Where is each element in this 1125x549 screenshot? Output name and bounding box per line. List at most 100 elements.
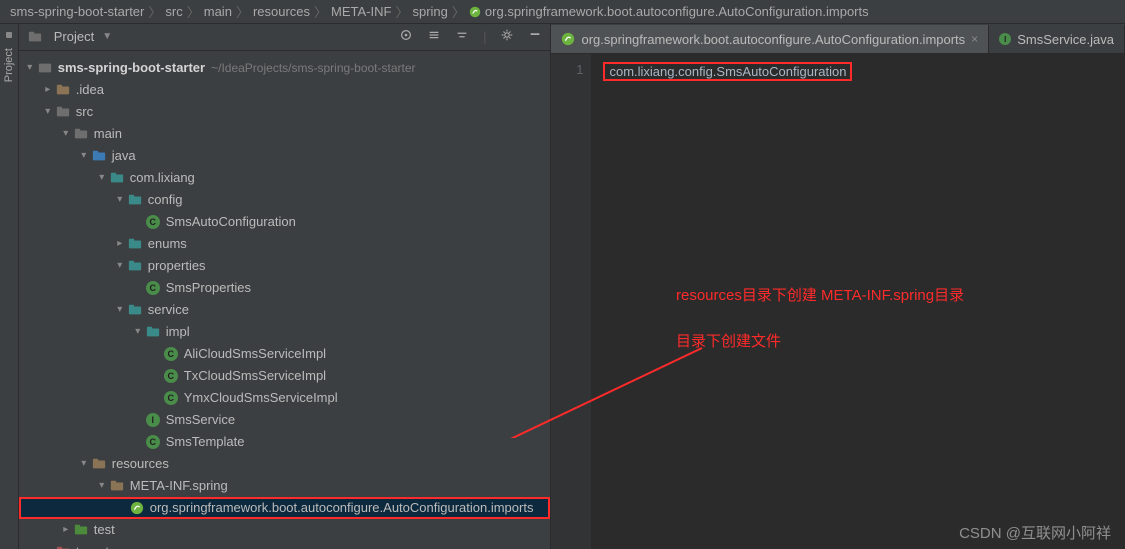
tree-item-interface[interactable]: I SmsService (19, 409, 551, 431)
chevron-down-icon[interactable] (95, 480, 109, 491)
tree-label: test (94, 522, 115, 537)
tree-label: properties (148, 258, 206, 273)
package-icon (127, 258, 143, 274)
code-content[interactable]: com.lixiang.config.SmsAutoConfiguration (591, 54, 1125, 549)
crumb[interactable]: spring (412, 4, 447, 19)
tree-label: resources (112, 456, 169, 471)
tree-label: SmsTemplate (166, 434, 245, 449)
dropdown-icon[interactable]: ▼ (102, 31, 112, 42)
project-tree[interactable]: sms-spring-boot-starter ~/IdeaProjects/s… (19, 51, 551, 549)
select-opened-file-icon[interactable] (399, 28, 413, 45)
package-icon (109, 170, 125, 186)
tree-label: SmsProperties (166, 280, 251, 295)
tree-root[interactable]: sms-spring-boot-starter ~/IdeaProjects/s… (19, 57, 551, 79)
chevron-right-icon: 〉 (314, 2, 327, 21)
tree-item-package[interactable]: com.lixiang (19, 167, 551, 189)
tree-item-resources[interactable]: resources (19, 453, 551, 475)
tree-label: org.springframework.boot.autoconfigure.A… (150, 500, 534, 515)
collapse-all-icon[interactable] (455, 28, 469, 45)
chevron-down-icon[interactable] (113, 304, 127, 315)
tree-item-test[interactable]: test (19, 519, 551, 541)
chevron-down-icon[interactable] (77, 458, 91, 469)
package-icon (145, 324, 161, 340)
folder-icon (109, 478, 125, 494)
chevron-right-icon: 〉 (452, 2, 465, 21)
tree-label: AliCloudSmsServiceImpl (184, 346, 326, 361)
tree-label: target (76, 544, 109, 549)
class-icon: C (163, 346, 179, 362)
crumb[interactable]: main (204, 4, 232, 19)
tree-item-enums[interactable]: enums (19, 233, 551, 255)
code-line: com.lixiang.config.SmsAutoConfiguration (603, 62, 852, 81)
interface-icon: I (999, 33, 1011, 45)
chevron-right-icon: 〉 (236, 2, 249, 21)
tree-item-class[interactable]: C SmsAutoConfiguration (19, 211, 551, 233)
tree-item-class[interactable]: C YmxCloudSmsServiceImpl (19, 387, 551, 409)
source-folder-icon (91, 148, 107, 164)
tree-item-service[interactable]: service (19, 299, 551, 321)
chevron-down-icon[interactable] (77, 150, 91, 161)
project-header: Project ▼ | (19, 24, 551, 51)
tree-item-src[interactable]: src (19, 101, 551, 123)
tab-smsservice[interactable]: I SmsService.java (989, 25, 1125, 53)
tree-label: java (112, 148, 136, 163)
gear-icon[interactable] (500, 28, 514, 45)
tree-item-config[interactable]: config (19, 189, 551, 211)
tree-item-metainf[interactable]: META-INF.spring (19, 475, 551, 497)
project-title[interactable]: Project (54, 29, 94, 44)
tab-label: SmsService.java (1017, 32, 1114, 47)
tool-window-bar: Project (0, 24, 19, 549)
class-icon: C (145, 434, 161, 450)
gutter: 1 (551, 54, 591, 549)
chevron-down-icon[interactable] (41, 106, 55, 117)
chevron-down-icon[interactable] (59, 128, 73, 139)
tree-label: SmsAutoConfiguration (166, 214, 296, 229)
tree-item-impl[interactable]: impl (19, 321, 551, 343)
expand-all-icon[interactable] (427, 28, 441, 45)
tool-window-indicator[interactable] (6, 32, 12, 38)
chevron-right-icon[interactable] (41, 84, 55, 95)
line-number: 1 (551, 62, 583, 77)
hide-icon[interactable] (528, 28, 542, 45)
tree-item-class[interactable]: C SmsProperties (19, 277, 551, 299)
crumb[interactable]: META-INF (331, 4, 391, 19)
project-tool-tab[interactable]: Project (3, 44, 15, 86)
close-icon[interactable]: × (971, 32, 978, 46)
tree-item-class[interactable]: C TxCloudSmsServiceImpl (19, 365, 551, 387)
crumb[interactable]: resources (253, 4, 310, 19)
tree-label: SmsService (166, 412, 235, 427)
chevron-right-icon[interactable] (59, 524, 73, 535)
chevron-down-icon[interactable] (131, 326, 145, 337)
module-icon (37, 60, 53, 76)
tree-item-target[interactable]: target (19, 541, 551, 549)
chevron-down-icon[interactable] (113, 194, 127, 205)
tree-item-class[interactable]: C AliCloudSmsServiceImpl (19, 343, 551, 365)
tab-imports[interactable]: org.springframework.boot.autoconfigure.A… (551, 25, 989, 53)
editor-area: org.springframework.boot.autoconfigure.A… (551, 24, 1125, 549)
resources-folder-icon (91, 456, 107, 472)
spring-icon (129, 500, 145, 516)
chevron-down-icon[interactable] (23, 62, 37, 73)
project-icon (27, 29, 43, 45)
folder-icon (55, 104, 71, 120)
chevron-down-icon[interactable] (113, 260, 127, 271)
tree-item-main[interactable]: main (19, 123, 551, 145)
crumb[interactable]: sms-spring-boot-starter (10, 4, 144, 19)
tree-item-java[interactable]: java (19, 145, 551, 167)
chevron-right-icon: 〉 (148, 2, 161, 21)
interface-icon: I (145, 412, 161, 428)
chevron-down-icon[interactable] (95, 172, 109, 183)
tree-item-imports-file[interactable]: org.springframework.boot.autoconfigure.A… (19, 497, 551, 519)
folder-icon (55, 82, 71, 98)
tree-item-properties[interactable]: properties (19, 255, 551, 277)
chevron-right-icon[interactable] (113, 238, 127, 249)
crumb-file[interactable]: org.springframework.boot.autoconfigure.A… (485, 4, 869, 19)
tree-label: impl (166, 324, 190, 339)
chevron-right-icon: 〉 (395, 2, 408, 21)
tree-item-idea[interactable]: .idea (19, 79, 551, 101)
crumb[interactable]: src (165, 4, 182, 19)
editor-tabs: org.springframework.boot.autoconfigure.A… (551, 24, 1125, 54)
class-icon: C (145, 214, 161, 230)
code-area[interactable]: 1 com.lixiang.config.SmsAutoConfiguratio… (551, 54, 1125, 549)
tree-item-class[interactable]: C SmsTemplate (19, 431, 551, 453)
